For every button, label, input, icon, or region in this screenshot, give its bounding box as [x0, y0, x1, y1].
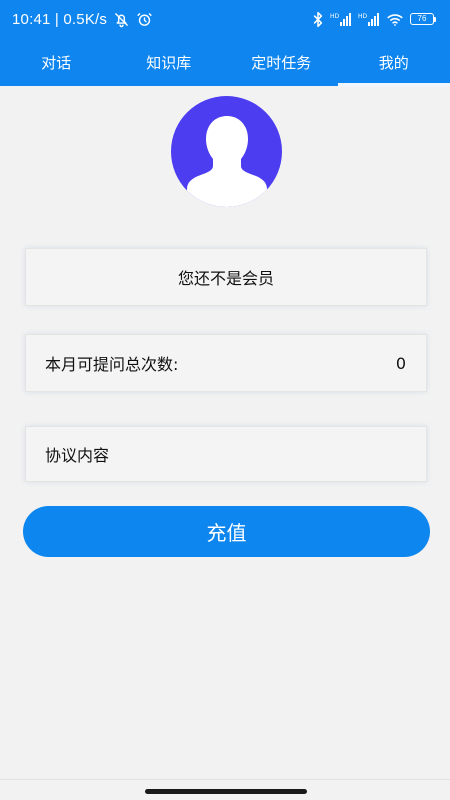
- quota-value: 0: [395, 353, 406, 373]
- status-left: 10:41 | 0.5K/s: [12, 11, 153, 28]
- agreement-card[interactable]: 协议内容: [25, 426, 427, 482]
- notifications-off-icon: [113, 11, 130, 28]
- membership-status-card[interactable]: 您还不是会员: [25, 248, 427, 306]
- alarm-icon: [136, 11, 153, 28]
- battery-tip: [434, 16, 436, 22]
- status-right: HD HD 76: [312, 11, 436, 28]
- recharge-label: 充值: [206, 521, 247, 545]
- battery-level: 76: [410, 13, 434, 25]
- tab-scheduled-tasks[interactable]: 定时任务: [225, 38, 338, 86]
- avatar[interactable]: [171, 96, 282, 207]
- agreement-label: 协议内容: [45, 446, 110, 465]
- bluetooth-icon: [312, 11, 324, 28]
- user-avatar-icon: [171, 96, 282, 207]
- svg-text:HD: HD: [330, 13, 340, 20]
- status-time-speed: 10:41 | 0.5K/s: [12, 10, 108, 28]
- battery-icon: 76: [410, 13, 436, 25]
- signal-hd-2-icon: HD: [358, 11, 380, 27]
- quota-label: 本月可提问总次数:: [45, 355, 179, 374]
- top-tabs: 对话 知识库 定时任务 我的: [0, 38, 450, 86]
- membership-status-text: 您还不是会员: [177, 269, 274, 288]
- tab-mine[interactable]: 我的: [337, 38, 450, 86]
- status-bar: 10:41 | 0.5K/s HD HD 76: [0, 0, 450, 38]
- svg-text:HD: HD: [358, 13, 368, 20]
- tab-chat[interactable]: 对话: [0, 38, 113, 86]
- recharge-button[interactable]: 充值: [23, 506, 430, 557]
- gesture-navigation-bar[interactable]: [145, 789, 307, 794]
- signal-hd-1-icon: HD: [330, 11, 352, 27]
- monthly-question-quota-card: 本月可提问总次数: 0: [25, 334, 427, 392]
- bottom-divider: [0, 779, 450, 780]
- wifi-icon: [386, 11, 404, 27]
- tab-knowledge-base[interactable]: 知识库: [113, 38, 226, 86]
